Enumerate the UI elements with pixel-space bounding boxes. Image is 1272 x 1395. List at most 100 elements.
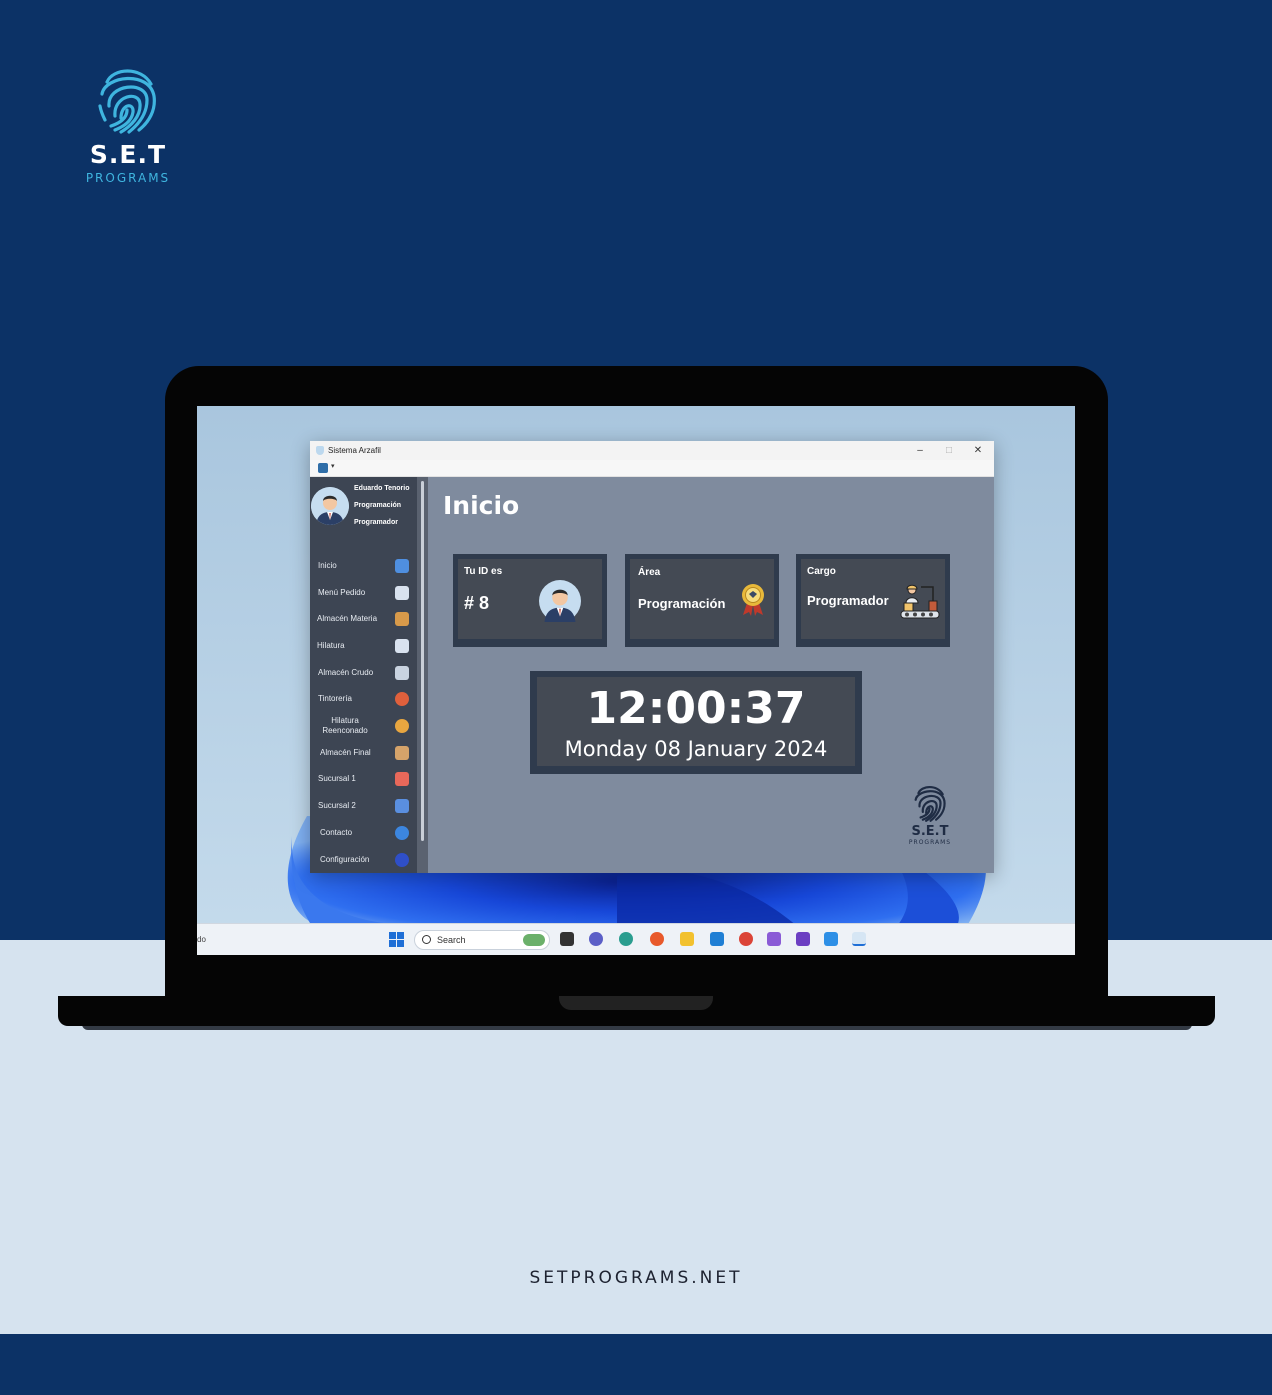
sidebar-scrollbar[interactable] [417,477,428,873]
photos-icon[interactable] [824,932,838,946]
footer-website[interactable]: SETPROGRAMS.NET [0,1268,1272,1288]
minimize-button[interactable]: – [906,443,934,458]
menu-bar: ▾ [310,460,994,477]
chrome-icon[interactable] [739,932,753,946]
card-value: Programador [807,593,889,608]
person-avatar-icon [311,487,349,525]
file-explorer-icon[interactable] [680,932,694,946]
sidebar-item-label: Contacto [320,828,353,837]
person-avatar-icon [539,580,581,622]
windows-taskbar: do Search [197,923,1075,955]
clipboard-icon [395,586,409,600]
main-panel: Inicio Tu ID es # 8 Área Programación Ca… [428,477,994,873]
contact-icon [395,826,409,840]
sidebar-item-label: Almacén Final [320,748,371,757]
store-icon [395,799,409,813]
maximize-button[interactable]: □ [935,443,963,458]
app-shield-icon [316,446,324,455]
sidebar-item-sucursal-2[interactable]: Sucursal 2 [310,795,417,819]
sidebar-item-label: Hilatura Reenconado [322,716,368,735]
sidebar-item-configuracion[interactable]: Configuración [310,849,417,873]
search-highlight-icon [523,934,545,946]
taskbar-left-text: do [197,935,206,944]
sidebar-item-contacto[interactable]: Contacto [310,822,417,846]
user-avatar [311,487,349,525]
sidebar-item-label: Tintorería [318,694,352,703]
sidebar-item-menu-pedido[interactable]: Menú Pedido [310,582,417,606]
sidebar-item-almacen-final[interactable]: Almacén Final [310,742,417,766]
sidebar-item-label: Configuración [320,855,370,864]
close-button[interactable]: ✕ [964,443,992,458]
sidebar: Eduardo Tenorio Programación Programador… [310,477,417,873]
logo-subtitle: PROGRAMS [908,839,952,846]
card-label: Área [638,567,661,578]
sidebar-item-sucursal-1[interactable]: Sucursal 1 [310,768,417,792]
sidebar-item-label: Almacén Materia [317,614,378,623]
clock-date: Monday 08 January 2024 [564,737,828,761]
yarn-icon [395,719,409,733]
task-view-icon[interactable] [560,932,574,946]
box-icon [395,612,409,626]
firefox-icon[interactable] [650,932,664,946]
package-icon [395,746,409,760]
visual-studio-icon[interactable] [796,932,810,946]
sidebar-item-hilatura-reenconado[interactable]: Hilatura Reenconado [310,715,417,739]
spool-icon [395,639,409,653]
brand-subtitle: PROGRAMS [85,171,171,185]
color-wheel-icon [395,692,409,706]
sidebar-item-label: Sucursal 1 [318,774,356,783]
sidebar-item-inicio[interactable]: Inicio [310,555,417,579]
app-window: Sistema Arzafil – □ ✕ ▾ Eduardo Tenorio [310,441,994,873]
home-icon [395,559,409,573]
user-name: Eduardo Tenorio [354,485,410,492]
brand-logo: S.E.T PROGRAMS [78,60,178,185]
store-icon [395,772,409,786]
set-programs-logo: S.E.T PROGRAMS [902,781,958,846]
settings-icon [395,853,409,867]
footer-band [0,1334,1272,1395]
worker-assembly-icon [900,584,940,619]
sidebar-item-almacen-materia[interactable]: Almacén Materia [310,608,417,632]
chevron-down-icon[interactable]: ▾ [331,462,335,470]
card-area: Área Programación [625,554,779,647]
card-value: # 8 [464,593,490,613]
search-icon [422,935,431,944]
warehouse-icon [395,666,409,680]
teams-icon[interactable] [589,932,603,946]
fingerprint-icon [98,69,156,134]
clock-panel: 12:00:37 Monday 08 January 2024 [530,671,862,774]
vscode-icon[interactable] [710,932,724,946]
fingerprint-icon [914,785,946,822]
app-shield-icon[interactable] [852,932,866,946]
page-title: Inicio [443,491,520,520]
window-title: Sistema Arzafil [328,446,381,455]
sidebar-item-label: Sucursal 2 [318,801,356,810]
award-medal-icon [742,584,764,616]
search-placeholder: Search [437,935,466,945]
clock-time: 12:00:37 [586,683,806,734]
scrollbar-thumb[interactable] [421,481,424,841]
user-area: Programación [354,502,402,509]
laptop-notch [559,996,713,1010]
start-button[interactable] [389,932,404,947]
card-role: Cargo Programador [796,554,950,647]
sidebar-item-label: Hilatura [317,641,345,650]
edge-icon[interactable] [619,932,633,946]
brand-name: S.E.T [89,140,167,169]
window-titlebar[interactable]: Sistema Arzafil – □ ✕ [310,441,994,460]
sidebar-item-label: Almacén Crudo [318,668,374,677]
visual-studio-icon[interactable] [767,932,781,946]
card-label: Tu ID es [464,566,503,577]
sidebar-item-label: Menú Pedido [318,588,366,597]
card-user-id: Tu ID es # 8 [453,554,607,647]
taskbar-search-input[interactable]: Search [414,930,550,950]
sidebar-item-tintoreria[interactable]: Tintorería [310,688,417,712]
desktop-screen: Sistema Arzafil – □ ✕ ▾ Eduardo Tenorio [197,406,1075,955]
user-role: Programador [354,519,398,526]
sidebar-item-hilatura[interactable]: Hilatura [310,635,417,659]
sidebar-item-almacen-crudo[interactable]: Almacén Crudo [310,662,417,686]
logo-name: S.E.T [911,824,949,839]
sidebar-item-label: Inicio [318,561,337,570]
app-menu-icon[interactable] [318,463,328,473]
card-label: Cargo [807,566,836,577]
